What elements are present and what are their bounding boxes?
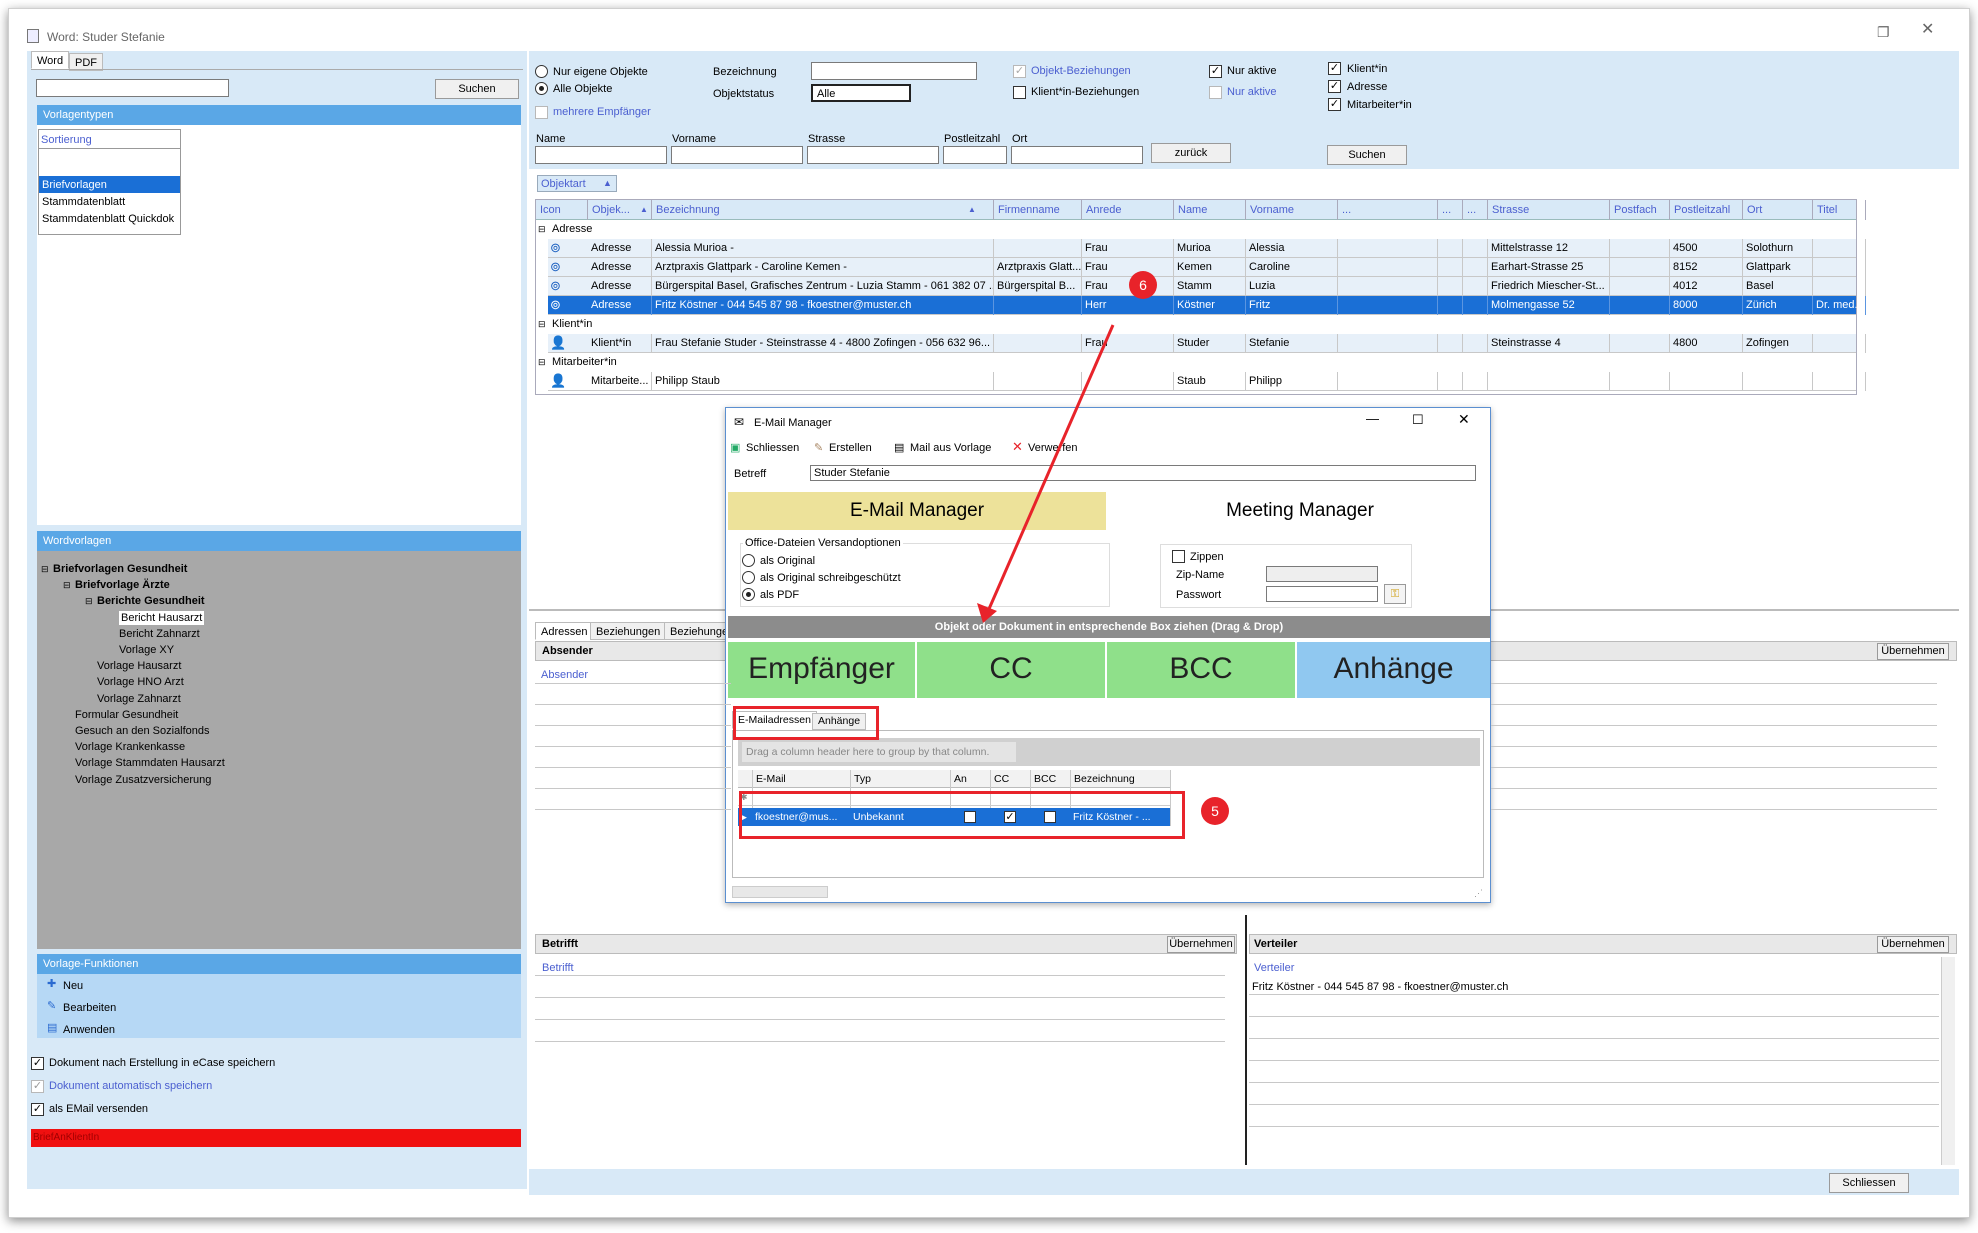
tree-expander-icon[interactable]: ⊟ <box>63 578 71 592</box>
tree-item[interactable]: Vorlage HNO Arzt <box>97 675 184 689</box>
tree-item[interactable]: Vorlage Stammdaten Hausarzt <box>75 756 225 770</box>
tree-item[interactable]: Gesuch an den Sozialfonds <box>75 724 210 738</box>
tree-item[interactable]: Vorlage Hausarzt <box>97 659 181 673</box>
tree-item[interactable]: Briefvorlage Ärzte <box>75 578 170 592</box>
tree-item[interactable]: Vorlage XY <box>119 643 174 657</box>
tree-item[interactable]: Vorlage Krankenkasse <box>75 740 185 754</box>
tree-expander-icon[interactable]: ⊟ <box>41 562 49 576</box>
tree-item[interactable]: Bericht Hausarzt <box>119 610 205 625</box>
tree-item[interactable]: Briefvorlagen Gesundheit <box>53 562 187 576</box>
app-window: Word: Studer Stefanie ❐ ✕ Word PDF Suche… <box>8 8 1970 1218</box>
tree-item[interactable]: Berichte Gesundheit <box>97 594 205 608</box>
tree-item[interactable]: Vorlage Zahnarzt <box>97 692 181 706</box>
tree-item[interactable]: Vorlage Zusatzversicherung <box>75 773 211 787</box>
tree-item[interactable]: Bericht Zahnarzt <box>119 627 200 641</box>
tree-expander-icon[interactable]: ⊟ <box>85 594 93 608</box>
tree-item[interactable]: Formular Gesundheit <box>75 708 178 722</box>
